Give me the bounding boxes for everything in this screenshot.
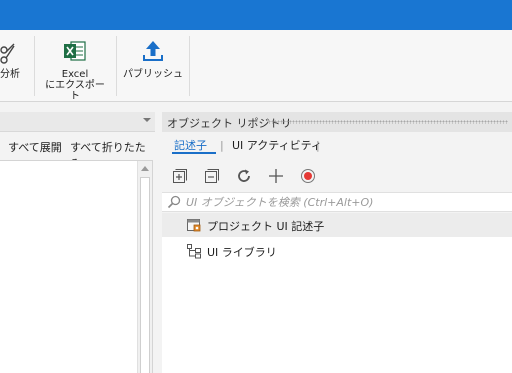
ui-library-icon <box>186 243 202 259</box>
record-icon[interactable] <box>297 165 319 187</box>
analyze-button[interactable]: 分析 <box>0 30 28 102</box>
left-panel: すべて展開 すべて折りたたみ <box>0 112 155 373</box>
scroll-up-icon[interactable] <box>141 166 149 171</box>
ribbon-separator <box>116 36 117 96</box>
title-bar <box>0 0 512 30</box>
tree-item-label: UI ライブラリ <box>207 246 277 259</box>
search-input[interactable] <box>186 194 506 210</box>
scroll-thumb[interactable] <box>140 177 150 373</box>
left-tree-view[interactable] <box>0 160 153 373</box>
expand-all-button[interactable]: すべて展開 <box>8 139 62 155</box>
ribbon-separator <box>189 36 190 96</box>
publish-icon <box>140 30 166 64</box>
drag-grip[interactable] <box>268 120 508 124</box>
publish-button[interactable]: パブリッシュ <box>122 30 184 102</box>
export-excel-label: Excel にエクスポート <box>45 69 105 102</box>
tree-item-project-ui-descriptors[interactable]: プロジェクト UI 記述子 <box>162 213 512 237</box>
search-icon <box>167 195 181 212</box>
tab-separator: | <box>220 139 224 152</box>
active-tab-indicator <box>172 152 216 154</box>
expand-all-icon[interactable] <box>169 165 191 187</box>
tree-item-label: プロジェクト UI 記述子 <box>207 220 325 233</box>
vertical-scrollbar[interactable] <box>137 161 152 373</box>
ribbon: 分析 Excel にエクスポート パブリッシュ <box>0 30 512 102</box>
excel-icon <box>63 30 87 64</box>
export-excel-button[interactable]: Excel にエクスポート <box>42 30 108 102</box>
panel-strip <box>0 102 512 112</box>
refresh-icon[interactable] <box>233 165 255 187</box>
panel-splitter[interactable] <box>155 112 162 373</box>
repository-tree: プロジェクト UI 記述子 UI ライブラリ <box>162 213 512 373</box>
add-icon[interactable] <box>265 165 287 187</box>
analyze-label: 分析 <box>0 69 20 80</box>
tab-separator: | <box>316 139 320 152</box>
dropdown-arrow-icon[interactable] <box>143 118 151 122</box>
tab-descriptors[interactable]: 記述子 <box>174 137 207 153</box>
tree-item-ui-library[interactable]: UI ライブラリ <box>162 239 512 263</box>
ribbon-separator <box>34 36 35 96</box>
tab-ui-activities[interactable]: UI アクティビティ <box>232 137 322 153</box>
repository-tabs: 記述子 | UI アクティビティ | <box>162 132 512 156</box>
object-repository-panel: オブジェクト リポジトリ 記述子 | UI アクティビティ | UI オブジェク… <box>162 112 512 373</box>
project-descriptors-icon <box>186 217 202 233</box>
analyze-icon <box>0 30 20 64</box>
left-panel-header <box>0 112 155 132</box>
object-repository-header: オブジェクト リポジトリ <box>162 112 512 132</box>
repository-toolbar <box>162 162 512 190</box>
search-box <box>162 192 512 212</box>
publish-label: パブリッシュ <box>123 69 183 80</box>
collapse-all-icon[interactable] <box>201 165 223 187</box>
